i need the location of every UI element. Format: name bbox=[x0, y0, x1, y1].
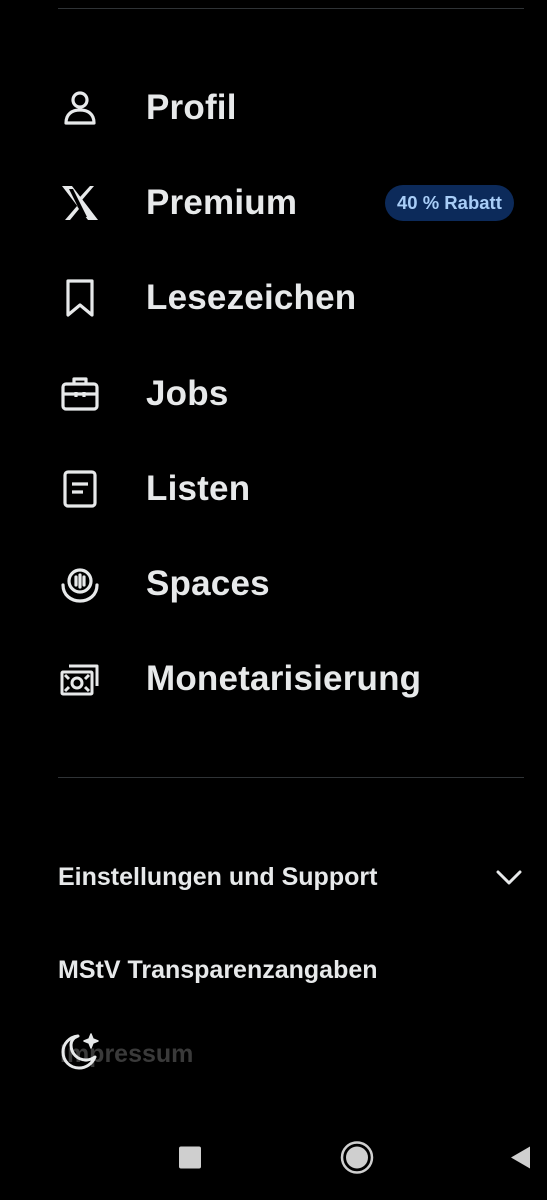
system-navigation-bar bbox=[0, 1130, 547, 1190]
spaces-microphone-icon bbox=[58, 562, 102, 606]
menu-item-label: Profil bbox=[146, 87, 237, 127]
menu-item-label: Monetarisierung bbox=[146, 659, 422, 699]
triangle-back-icon bbox=[511, 1146, 530, 1169]
person-icon bbox=[58, 86, 102, 130]
menu-item-label: Jobs bbox=[146, 373, 229, 413]
briefcase-icon bbox=[58, 372, 102, 416]
square-icon bbox=[179, 1146, 201, 1169]
menu-item-listen[interactable]: Listen bbox=[0, 441, 547, 536]
back-button[interactable] bbox=[508, 1145, 532, 1176]
money-icon bbox=[58, 657, 102, 701]
menu-item-label: Listen bbox=[146, 468, 251, 508]
circle-icon bbox=[340, 1141, 374, 1174]
menu-item-lesezeichen[interactable]: Lesezeichen bbox=[0, 251, 547, 346]
menu-item-label: Premium bbox=[146, 182, 298, 222]
settings-support-toggle[interactable]: Einstellungen und Support bbox=[58, 858, 524, 896]
settings-support-label: Einstellungen und Support bbox=[58, 863, 378, 891]
menu-item-spaces[interactable]: Spaces bbox=[0, 536, 547, 631]
recents-button[interactable] bbox=[178, 1146, 202, 1175]
menu-item-label: Spaces bbox=[146, 564, 270, 604]
side-menu: Profil Premium 40 % Rabatt Lesezeichen J… bbox=[0, 60, 547, 727]
discount-badge[interactable]: 40 % Rabatt bbox=[385, 184, 514, 221]
list-icon bbox=[58, 467, 102, 511]
moon-sparkle-icon bbox=[61, 1033, 99, 1070]
menu-item-monetarisierung[interactable]: Monetarisierung bbox=[0, 632, 547, 727]
home-button[interactable] bbox=[340, 1141, 374, 1180]
menu-item-label: Lesezeichen bbox=[146, 278, 357, 318]
section-divider bbox=[58, 777, 524, 778]
menu-item-premium[interactable]: Premium 40 % Rabatt bbox=[0, 155, 547, 250]
menu-item-profil[interactable]: Profil bbox=[0, 60, 547, 155]
menu-item-jobs[interactable]: Jobs bbox=[0, 346, 547, 441]
transparency-link[interactable]: MStV Transparenzangaben bbox=[58, 951, 524, 989]
top-divider bbox=[58, 8, 524, 9]
transparency-label: MStV Transparenzangaben bbox=[58, 956, 378, 984]
theme-toggle-button[interactable] bbox=[58, 1030, 102, 1074]
bookmark-icon bbox=[58, 276, 102, 320]
x-logo-icon bbox=[58, 181, 102, 225]
chevron-down-icon bbox=[496, 870, 522, 885]
